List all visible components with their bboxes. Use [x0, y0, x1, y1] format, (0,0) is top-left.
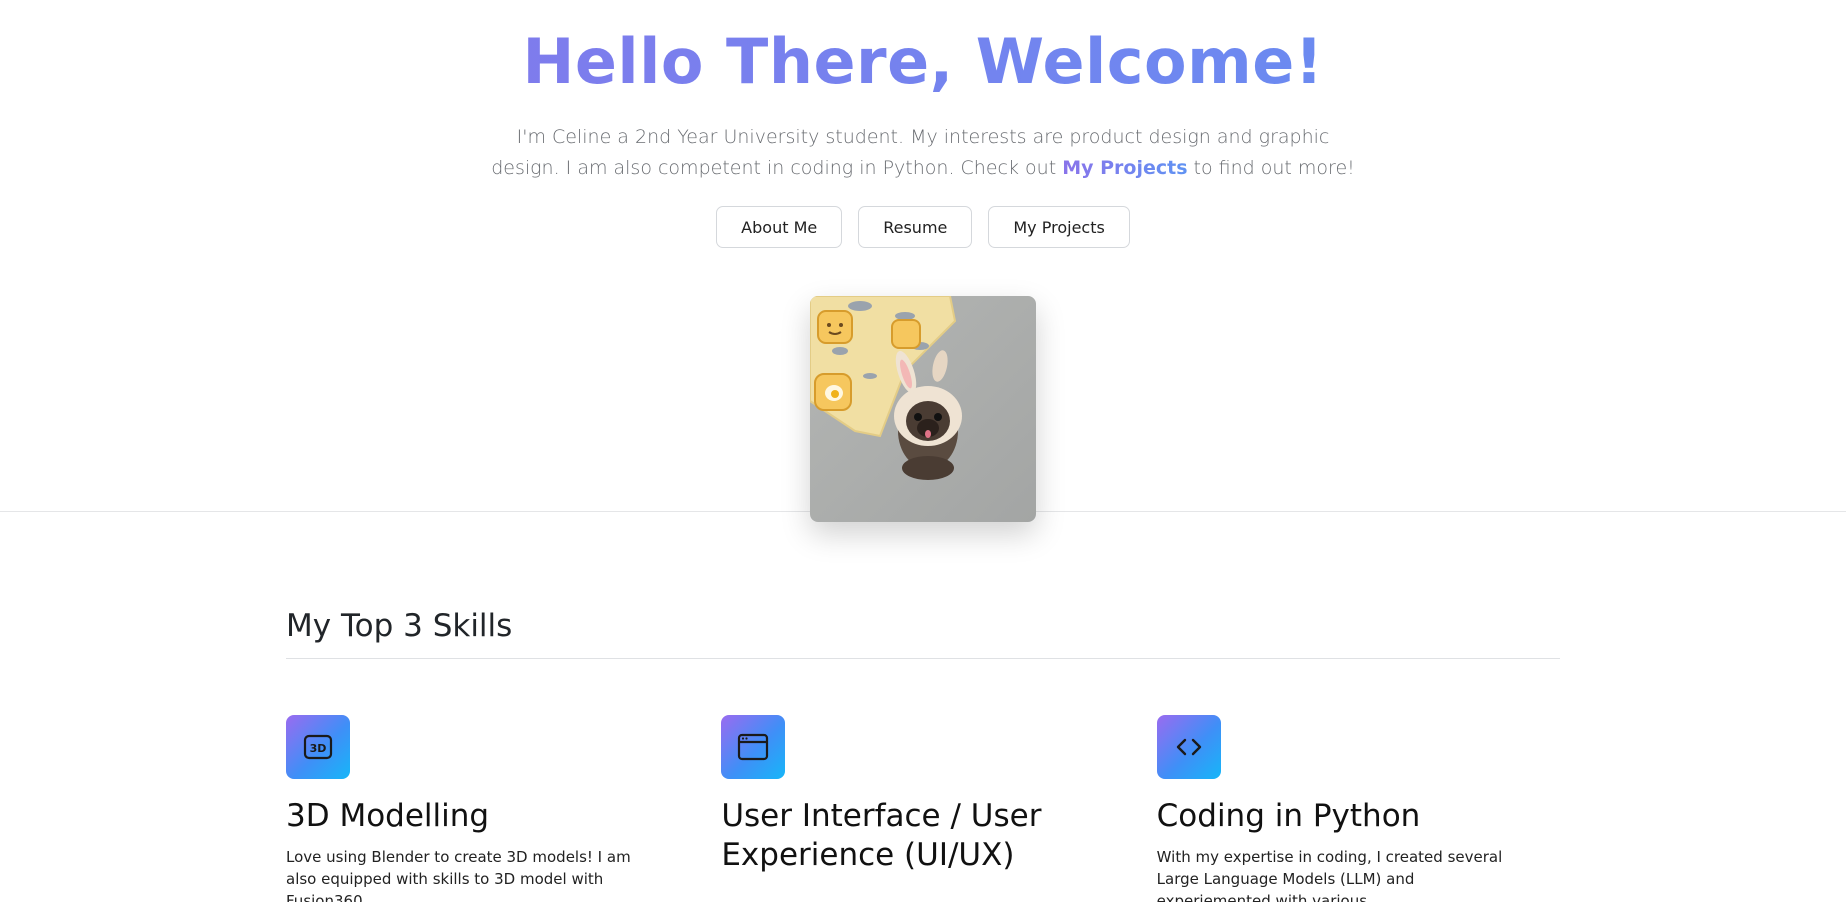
my-projects-button[interactable]: My Projects: [988, 206, 1130, 248]
skill-card-ui-ux: User Interface / User Experience (UI/UX): [721, 715, 1124, 902]
hero-section: Hello There, Welcome! I'm Celine a 2nd Y…: [0, 0, 1846, 522]
profile-photo: [810, 296, 1036, 522]
code-icon: [1156, 715, 1221, 779]
skill-card-python: Coding in Python With my expertise in co…: [1156, 715, 1560, 902]
skill-title: User Interface / User Experience (UI/UX): [721, 798, 1042, 873]
browser-window-icon: [721, 715, 786, 779]
svg-text:3D: 3D: [310, 742, 327, 755]
skills-section: My Top 3 Skills 3D 3D Modelling Love usi…: [286, 512, 1560, 902]
skill-title: Coding in Python: [1156, 798, 1421, 834]
skills-grid: 3D 3D Modelling Love using Blender to cr…: [286, 715, 1560, 902]
about-me-button[interactable]: About Me: [716, 206, 843, 248]
resume-button[interactable]: Resume: [858, 206, 973, 248]
skill-description: Love using Blender to create 3D models! …: [286, 848, 631, 902]
skills-heading: My Top 3 Skills: [286, 606, 1560, 659]
skill-title: 3D Modelling: [286, 798, 490, 834]
intro-text: I'm Celine a 2nd Year University student…: [483, 122, 1363, 184]
nav-buttons: About Me Resume My Projects: [0, 206, 1846, 248]
intro-text-end: to find out more!: [1187, 157, 1355, 179]
3d-icon: 3D: [286, 715, 350, 779]
skill-description: With my expertise in coding, I created s…: [1156, 848, 1503, 902]
skill-card-3d-modelling: 3D 3D Modelling Love using Blender to cr…: [286, 715, 689, 902]
my-projects-link[interactable]: My Projects: [1062, 157, 1187, 179]
page-title: Hello There, Welcome!: [0, 22, 1846, 102]
